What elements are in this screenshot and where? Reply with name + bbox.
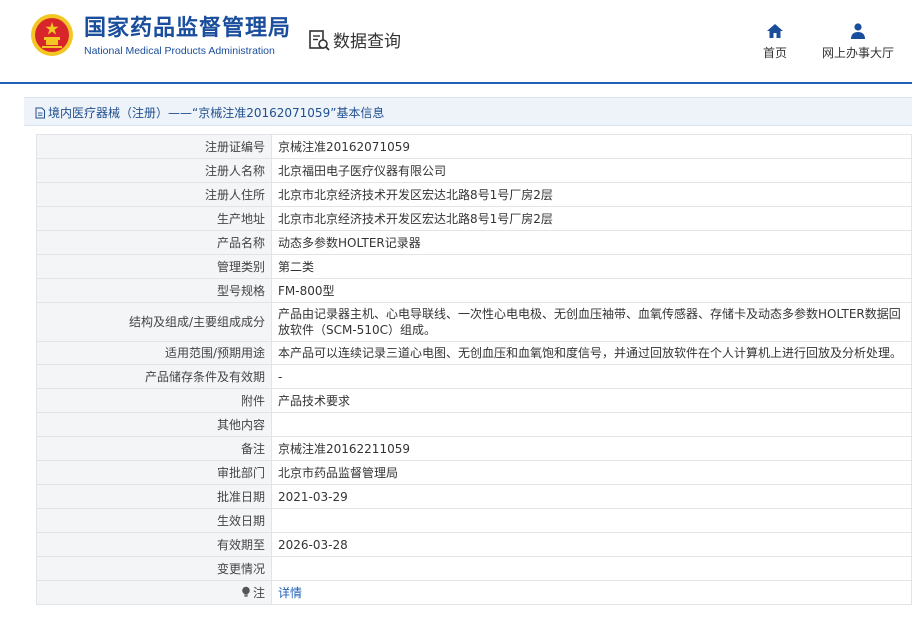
device-info-table: 注册证编号 京械注准20162071059 注册人名称 北京福田电子医疗仪器有限… xyxy=(36,134,912,605)
nav-home[interactable]: 首页 xyxy=(763,22,787,61)
table-row: 结构及组成/主要组成成分 产品由记录器主机、心电导联线、一次性心电电极、无创血压… xyxy=(36,302,912,342)
home-icon xyxy=(767,24,783,38)
row-label: 结构及组成/主要组成成分 xyxy=(36,302,272,342)
table-row: 其他内容 xyxy=(36,412,912,437)
national-emblem-icon xyxy=(31,14,73,56)
row-value: - xyxy=(271,364,912,389)
row-label: 批准日期 xyxy=(36,484,272,509)
table-row: 注册人名称 北京福田电子医疗仪器有限公司 xyxy=(36,158,912,183)
note-label: 注 xyxy=(252,585,265,600)
row-label: 其他内容 xyxy=(36,412,272,437)
table-row: 审批部门 北京市药品监督管理局 xyxy=(36,460,912,485)
row-value: 北京福田电子医疗仪器有限公司 xyxy=(271,158,912,183)
data-search-icon xyxy=(309,29,330,51)
row-value: 第二类 xyxy=(271,254,912,279)
row-label: 适用范围/预期用途 xyxy=(36,341,272,365)
row-label: 产品储存条件及有效期 xyxy=(36,364,272,389)
nav-online-service-hall[interactable]: 网上办事大厅 xyxy=(822,22,894,61)
data-query-label: 数据查询 xyxy=(333,32,401,52)
org-name-en: National Medical Products Administration xyxy=(84,45,275,57)
nav-home-label: 首页 xyxy=(763,46,788,60)
row-label: 备注 xyxy=(36,436,272,461)
table-row: 注册证编号 京械注准20162071059 xyxy=(36,134,912,159)
details-link[interactable]: 详情 xyxy=(278,586,302,600)
table-row: 附件 产品技术要求 xyxy=(36,388,912,413)
table-row: 注册人住所 北京市北京经济技术开发区宏达北路8号1号厂房2层 xyxy=(36,182,912,207)
row-value: 产品技术要求 xyxy=(271,388,912,413)
table-row: 有效期至 2026-03-28 xyxy=(36,532,912,557)
document-icon xyxy=(35,107,45,118)
row-value: 京械注准20162071059 xyxy=(271,134,912,159)
row-label: 生效日期 xyxy=(36,508,272,533)
row-label: 变更情况 xyxy=(36,556,272,581)
row-label: 附件 xyxy=(36,388,272,413)
row-value xyxy=(271,412,912,437)
user-icon xyxy=(851,23,865,39)
row-label: 注册人住所 xyxy=(36,182,272,207)
row-value: FM-800型 xyxy=(271,278,912,303)
table-row-note: 注 详情 xyxy=(36,580,912,605)
row-label: 有效期至 xyxy=(36,532,272,557)
row-label: 注册人名称 xyxy=(36,158,272,183)
breadcrumb: 境内医疗器械（注册）——“京械注准20162071059”基本信息 xyxy=(34,104,384,121)
lightbulb-icon xyxy=(242,586,250,597)
breadcrumb-bar: 境内医疗器械（注册）——“京械注准20162071059”基本信息 xyxy=(24,97,912,126)
table-row: 批准日期 2021-03-29 xyxy=(36,484,912,509)
row-value: 动态多参数HOLTER记录器 xyxy=(271,230,912,255)
note-value-cell: 详情 xyxy=(271,580,912,605)
breadcrumb-text: 境内医疗器械（注册）——“京械注准20162071059”基本信息 xyxy=(48,106,385,120)
row-label: 产品名称 xyxy=(36,230,272,255)
row-label: 型号规格 xyxy=(36,278,272,303)
table-row: 管理类别 第二类 xyxy=(36,254,912,279)
data-query-title: 数据查询 xyxy=(308,27,401,52)
row-label: 注册证编号 xyxy=(36,134,272,159)
row-value: 2026-03-28 xyxy=(271,532,912,557)
table-row: 适用范围/预期用途 本产品可以连续记录三道心电图、无创血压和血氧饱和度信号，并通… xyxy=(36,341,912,365)
row-value: 京械注准20162211059 xyxy=(271,436,912,461)
row-label: 生产地址 xyxy=(36,206,272,231)
site-brand[interactable]: 国家药品监督管理局 National Medical Products Admi… xyxy=(84,16,291,57)
row-value: 北京市北京经济技术开发区宏达北路8号1号厂房2层 xyxy=(271,206,912,231)
table-row: 产品名称 动态多参数HOLTER记录器 xyxy=(36,230,912,255)
row-label: 审批部门 xyxy=(36,460,272,485)
site-header: 国家药品监督管理局 National Medical Products Admi… xyxy=(0,0,912,84)
table-row: 变更情况 xyxy=(36,556,912,581)
note-label-cell: 注 xyxy=(36,580,272,605)
nav-online-label: 网上办事大厅 xyxy=(822,46,895,60)
table-row: 生产地址 北京市北京经济技术开发区宏达北路8号1号厂房2层 xyxy=(36,206,912,231)
row-value xyxy=(271,556,912,581)
table-row: 产品储存条件及有效期 - xyxy=(36,364,912,389)
row-label: 管理类别 xyxy=(36,254,272,279)
row-value: 产品由记录器主机、心电导联线、一次性心电电极、无创血压袖带、血氧传感器、存储卡及… xyxy=(271,302,912,342)
row-value: 北京市北京经济技术开发区宏达北路8号1号厂房2层 xyxy=(271,182,912,207)
row-value xyxy=(271,508,912,533)
row-value: 2021-03-29 xyxy=(271,484,912,509)
org-name-cn: 国家药品监督管理局 xyxy=(84,16,292,41)
table-row: 型号规格 FM-800型 xyxy=(36,278,912,303)
table-row: 备注 京械注准20162211059 xyxy=(36,436,912,461)
table-row: 生效日期 xyxy=(36,508,912,533)
row-value: 北京市药品监督管理局 xyxy=(271,460,912,485)
row-value: 本产品可以连续记录三道心电图、无创血压和血氧饱和度信号，并通过回放软件在个人计算… xyxy=(271,341,912,365)
